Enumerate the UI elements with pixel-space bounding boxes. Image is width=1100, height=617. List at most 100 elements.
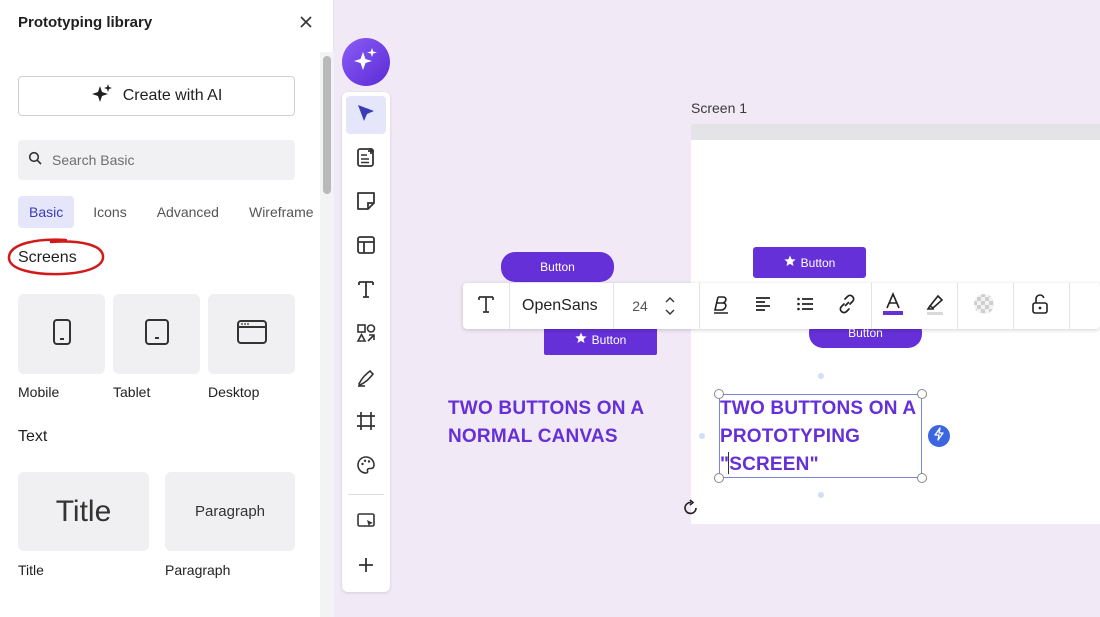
layout-tool[interactable]	[346, 228, 386, 266]
font-family-value: OpenSans	[522, 297, 598, 314]
add-tool[interactable]	[346, 548, 386, 586]
library-tabs: Basic Icons Advanced Wireframe	[18, 196, 325, 228]
text-color-button[interactable]	[872, 283, 914, 329]
title-label: Title	[18, 562, 44, 578]
sticky-note-tool[interactable]	[346, 184, 386, 222]
search-icon	[28, 151, 42, 170]
create-with-ai-button[interactable]: Create with AI	[18, 76, 295, 116]
text-icon	[476, 294, 496, 319]
text-style-button[interactable]	[463, 283, 509, 329]
cursor-icon	[355, 102, 377, 129]
align-button[interactable]	[742, 283, 784, 329]
close-icon[interactable]	[296, 12, 316, 32]
button-label: Button	[591, 332, 627, 347]
tool-rail	[342, 92, 390, 592]
desktop-label: Desktop	[208, 384, 260, 400]
font-size-stepper[interactable]: 24	[614, 283, 694, 329]
star-icon	[575, 332, 587, 347]
tab-advanced[interactable]: Advanced	[146, 196, 230, 228]
scrollbar-thumb[interactable]	[323, 56, 331, 194]
bold-icon	[711, 294, 731, 319]
resize-handle[interactable]	[917, 389, 927, 399]
screen-title-bar	[691, 124, 1100, 140]
text-heading: Text	[18, 428, 48, 445]
add-page-tool[interactable]	[346, 140, 386, 178]
chevron-up-icon	[665, 297, 675, 303]
desktop-icon	[236, 319, 268, 350]
palette-icon	[355, 454, 377, 481]
paragraph-preview: Paragraph	[194, 503, 266, 520]
sparkle-icon	[353, 47, 379, 78]
highlight-button[interactable]	[914, 283, 956, 329]
text-caret	[728, 452, 729, 474]
resize-handle[interactable]	[714, 473, 724, 483]
list-button[interactable]	[784, 283, 826, 329]
prototyping-library-panel: Prototyping library Create with AI Basic…	[0, 0, 334, 617]
style-tool[interactable]	[346, 448, 386, 486]
canvas-button-pill[interactable]: Button	[501, 252, 614, 282]
title-text-tile[interactable]: Title	[18, 472, 149, 551]
connector-dot[interactable]	[699, 433, 705, 439]
chevron-down-icon	[665, 309, 675, 315]
pen-tool[interactable]	[346, 360, 386, 398]
lock-button[interactable]	[1014, 283, 1066, 329]
add-document-icon	[355, 146, 377, 173]
panel-title: Prototyping library	[18, 14, 153, 31]
text-icon	[355, 278, 377, 305]
text-tool[interactable]	[346, 272, 386, 310]
interaction-bolt-button[interactable]	[928, 425, 950, 447]
bullet-list-icon	[795, 294, 815, 319]
tablet-screen-tile[interactable]	[113, 294, 200, 374]
button-label: Button	[800, 255, 836, 270]
search-input[interactable]	[52, 152, 272, 168]
shapes-tool[interactable]	[346, 316, 386, 354]
create-with-ai-label: Create with AI	[122, 87, 223, 104]
search-field[interactable]	[18, 140, 295, 180]
text-format-toolbar: OpenSans 24	[463, 283, 1100, 329]
rotate-handle[interactable]	[682, 499, 700, 517]
text-selection-box[interactable]	[719, 394, 922, 478]
lightning-icon	[933, 426, 945, 446]
ai-assistant-button[interactable]	[342, 38, 390, 86]
highlighter-icon	[924, 292, 946, 321]
sticky-note-icon	[355, 190, 377, 217]
connector-dot[interactable]	[818, 373, 824, 379]
present-screen-icon	[355, 510, 377, 537]
tab-wireframe[interactable]: Wireframe	[238, 196, 325, 228]
pen-icon	[355, 366, 377, 393]
layout-icon	[355, 234, 377, 261]
font-family-select[interactable]: OpenSans	[510, 283, 613, 329]
resize-handle[interactable]	[917, 473, 927, 483]
connector-dot[interactable]	[818, 492, 824, 498]
caption-line: NORMAL CANVAS	[448, 426, 618, 447]
tab-basic[interactable]: Basic	[18, 196, 75, 228]
normal-canvas-caption[interactable]: TWO BUTTONS ON A NORMAL CANVAS	[448, 395, 644, 451]
tablet-label: Tablet	[113, 384, 151, 400]
bold-button[interactable]	[700, 283, 742, 329]
tool-rail-divider	[348, 494, 384, 495]
screen-button-star[interactable]: Button	[753, 247, 866, 278]
desktop-screen-tile[interactable]	[208, 294, 295, 374]
screens-heading: Screens	[18, 249, 77, 266]
frame-icon	[355, 410, 377, 437]
plus-icon	[355, 554, 377, 581]
panel-scrollbar[interactable]	[320, 52, 334, 617]
mobile-screen-tile[interactable]	[18, 294, 105, 374]
link-icon	[836, 293, 858, 320]
text-color-icon	[882, 291, 904, 321]
font-size-value: 24	[632, 298, 648, 314]
select-tool[interactable]	[346, 96, 386, 134]
stepper-arrows[interactable]	[664, 296, 676, 316]
transparency-button[interactable]	[958, 283, 1010, 329]
align-left-icon	[753, 294, 773, 319]
paragraph-text-tile[interactable]: Paragraph	[165, 472, 295, 551]
tab-icons[interactable]: Icons	[82, 196, 137, 228]
screen-label: Screen 1	[691, 100, 748, 116]
shapes-icon	[355, 322, 377, 349]
resize-handle[interactable]	[714, 389, 724, 399]
present-tool[interactable]	[346, 504, 386, 542]
link-button[interactable]	[826, 283, 868, 329]
button-label: Button	[540, 260, 575, 274]
frame-tool[interactable]	[346, 404, 386, 442]
title-preview: Title	[55, 494, 112, 528]
